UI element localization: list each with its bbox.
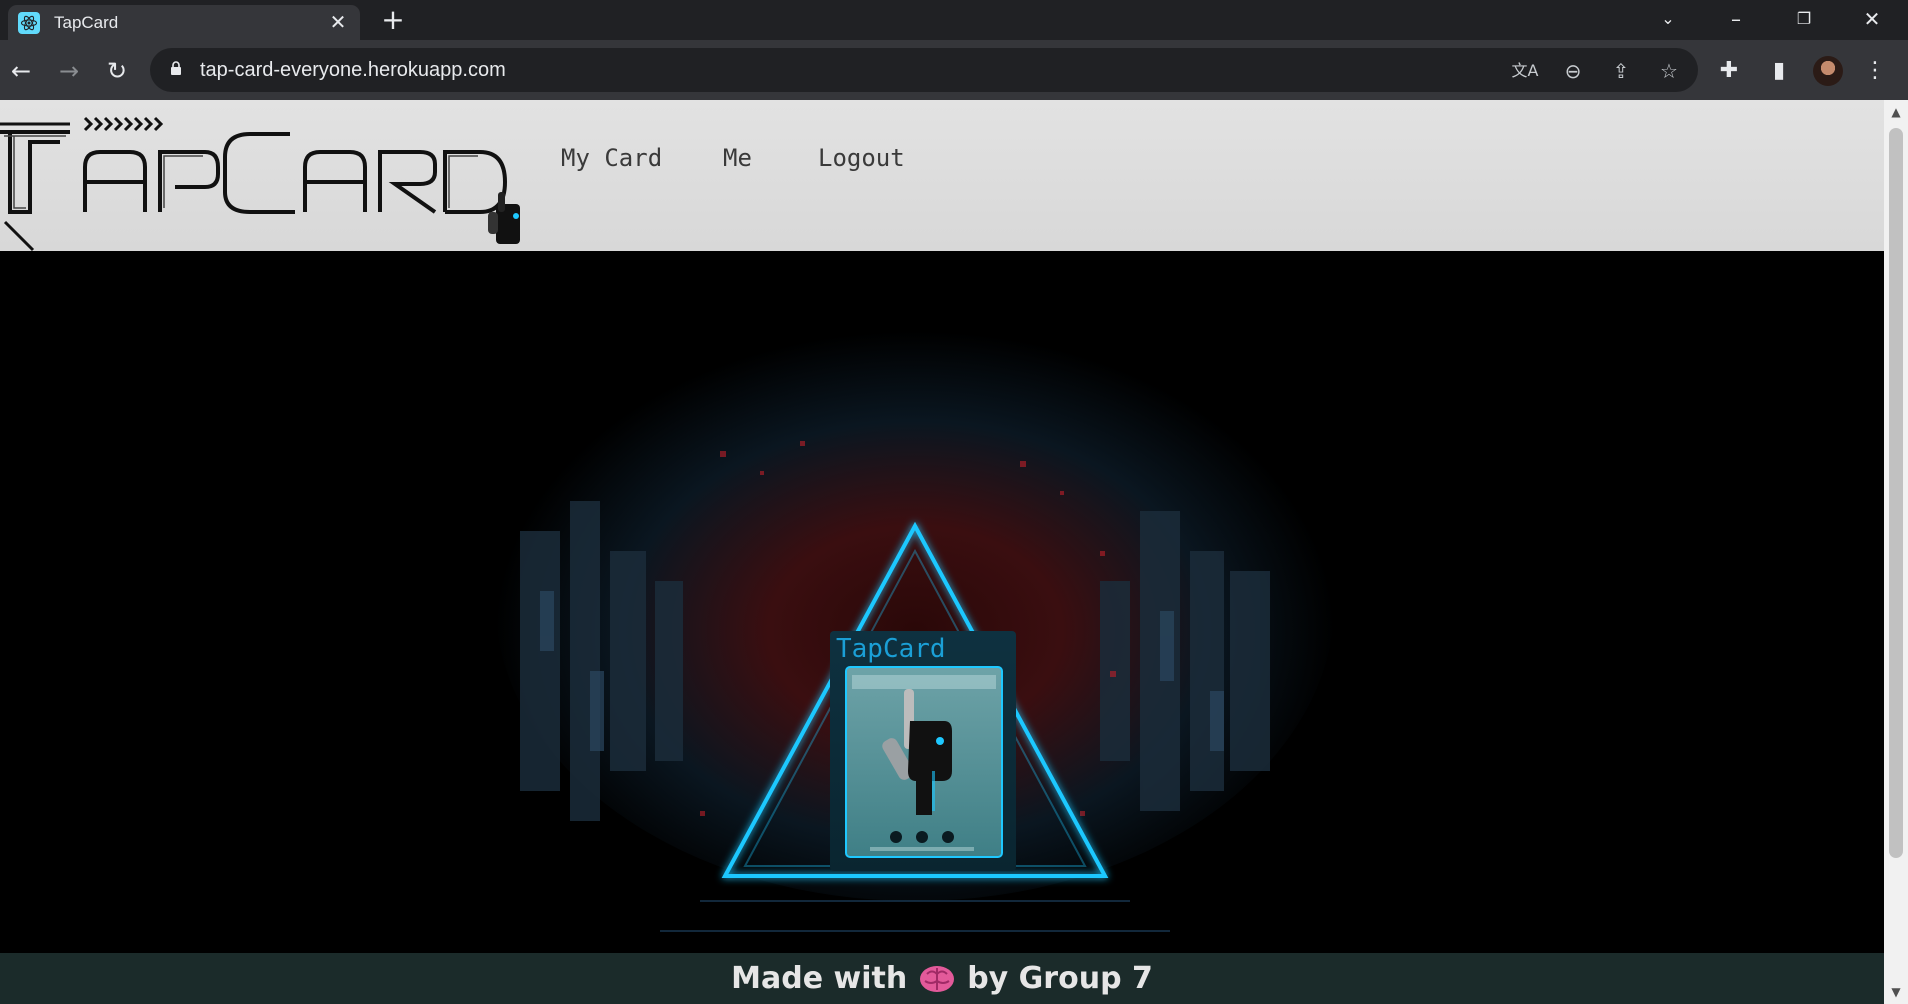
translate-icon[interactable]: 文A [1510,56,1540,86]
browser-toolbar: ← → ↻ tap-card-everyone.herokuapp.com 文A… [0,40,1908,100]
page-viewport: My Card Me Logout TapCard Made with by G… [0,100,1884,1004]
menu-icon[interactable]: ⋮ [1858,54,1892,88]
avatar[interactable] [1813,56,1843,86]
hero-illustration: TapCard [495,301,1335,932]
nav-link-me[interactable]: Me [723,144,752,172]
nav-link-my-card[interactable]: My Card [561,144,662,172]
scroll-down-arrow-icon[interactable]: ▼ [1888,984,1904,1000]
hero-card-logo: TapCard [836,634,946,664]
scroll-up-arrow-icon[interactable]: ▲ [1888,104,1904,120]
reload-icon[interactable]: ↻ [100,54,134,88]
lock-icon [171,61,181,75]
nav-link-logout[interactable]: Logout [818,144,905,172]
extensions-icon[interactable]: ✚ [1712,54,1746,88]
minimize-icon[interactable]: – [1716,4,1756,34]
scrollbar-thumb[interactable] [1889,128,1903,858]
footer-suffix: by Group 7 [967,961,1153,996]
star-icon[interactable]: ☆ [1654,56,1684,86]
share-icon[interactable]: ⇪ [1606,56,1636,86]
window-close-icon[interactable]: ✕ [1852,4,1892,34]
brain-icon [920,965,955,992]
hero-section: TapCard [0,251,1884,953]
sidepanel-icon[interactable]: ▮ [1762,54,1796,88]
footer-prefix: Made with [731,961,908,996]
browser-tab[interactable]: TapCard ✕ [8,5,360,40]
back-icon[interactable]: ← [4,54,38,88]
close-icon[interactable]: ✕ [324,8,352,36]
forward-icon[interactable]: → [52,54,86,88]
restore-icon[interactable]: ❐ [1784,4,1824,34]
new-tab-plus-icon[interactable]: + [378,6,408,36]
page-scrollbar[interactable]: ▲ ▼ [1884,100,1908,1004]
browser-tab-strip: TapCard ✕ + ⌄ – ❐ ✕ [0,0,1908,40]
address-bar[interactable]: tap-card-everyone.herokuapp.com 文A ⊖ ⇪ ☆ [150,48,1698,92]
chevron-down-icon[interactable]: ⌄ [1648,4,1688,34]
zoom-out-icon[interactable]: ⊖ [1558,56,1588,86]
tab-title: TapCard [54,13,119,32]
tapcard-logo[interactable] [0,112,530,252]
site-footer: Made with by Group 7 [0,953,1884,1004]
url-text[interactable]: tap-card-everyone.herokuapp.com [200,59,506,82]
react-favicon-icon [18,12,40,34]
site-header: My Card Me Logout [0,100,1884,252]
